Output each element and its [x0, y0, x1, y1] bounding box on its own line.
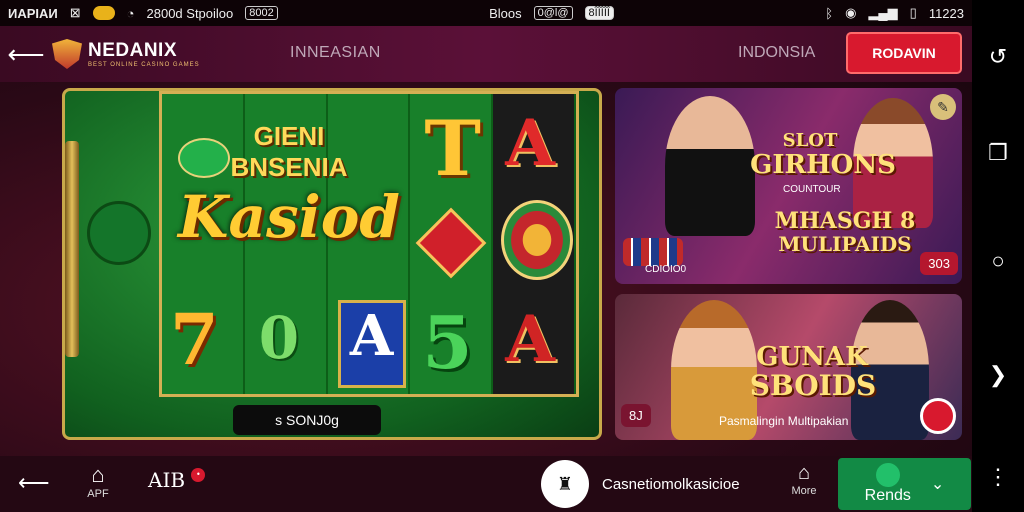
- status-middle-text: Bloos: [489, 5, 522, 21]
- reel-5: A A: [493, 94, 576, 394]
- status-chip: 8002: [245, 6, 278, 20]
- symbol-seven-icon: 7: [170, 298, 219, 381]
- bottom-aib-button[interactable]: AIB •: [148, 468, 206, 492]
- coin-icon: [92, 6, 115, 20]
- card1-title-slot: SLOT: [782, 130, 838, 151]
- back-arrow-icon[interactable]: ⟵: [0, 39, 52, 70]
- game-logo-text: Kasiod: [178, 183, 400, 251]
- brand-name: NEDANIX: [88, 40, 178, 61]
- status-left-text: ИAPIAИ: [8, 5, 58, 21]
- bet-display-button[interactable]: s SONJ0g: [233, 405, 381, 435]
- alarm-icon: ◉: [845, 5, 857, 20]
- promo-card-sports[interactable]: GUNAK SBOIDS Pasmalingin Multipakian 8J: [615, 294, 962, 440]
- card2-title-2: SBOIDS: [749, 369, 877, 402]
- home-circle-icon[interactable]: ○: [991, 248, 1004, 274]
- card2-badge: 8J: [621, 404, 651, 427]
- rewards-icon: [875, 463, 900, 487]
- game-title-mid: BNSENIA: [230, 152, 348, 182]
- card1-title-multi: MULIPAIDS: [778, 232, 912, 256]
- status-pill: 8ÎÎÎÎÎ: [584, 6, 614, 20]
- dealer-man-image: [665, 96, 755, 236]
- symbol-zero-icon: 0: [258, 304, 300, 372]
- card1-chips-label: CDIOIO0: [645, 264, 687, 275]
- notification-dot-icon: •: [191, 468, 206, 482]
- more-label: More: [791, 485, 817, 497]
- game-title-banner: GIENI BNSENIA Kasiod: [169, 121, 409, 251]
- symbol-a-red-icon: A: [505, 106, 555, 181]
- red-gem-icon: [416, 207, 487, 279]
- promo-card-slots[interactable]: SLOT GIRHONS COUNTOUR MHASGH 8 MULIPAIDS…: [615, 88, 962, 284]
- brand-tagline: BEST ONLINE CASINO GAMES: [88, 62, 200, 68]
- casino-profile-icon[interactable]: ♜: [541, 460, 589, 508]
- wifi-icon: ◔: [126, 5, 135, 21]
- aib-label: AIB: [148, 468, 186, 492]
- reel-4: T 5: [410, 94, 494, 394]
- shield-icon: [52, 39, 82, 69]
- home-icon: ⌂: [91, 462, 105, 487]
- rewards-button[interactable]: Rends ⌄: [838, 458, 971, 510]
- card1-title-bonus: MHASGH 8: [774, 208, 916, 234]
- game-title-top: GIENI: [253, 121, 325, 151]
- rewards-label: Rends: [864, 487, 911, 504]
- info-icon[interactable]: ✎: [930, 94, 956, 120]
- network-text: 2800d Stpoiloo: [146, 5, 234, 21]
- signal-icon: ▂▄▆: [868, 5, 898, 20]
- card1-subtitle: COUNTOUR: [783, 184, 841, 195]
- overflow-menu-icon[interactable]: ⋮: [987, 464, 1009, 490]
- rotate-icon[interactable]: ↺: [989, 44, 1007, 70]
- system-nav-bar: ↺ ❐ ○ ❯ ⋮: [972, 0, 1024, 512]
- status-time: 11223: [928, 5, 964, 21]
- battery-icon: ▯: [909, 5, 917, 20]
- status-middle-chip: 0@l@: [533, 6, 573, 20]
- bottom-nav-bar: ⟵ ⌂ APF AIB • ♜ Casnetiomolkasicioe ⌂ Mo…: [0, 456, 972, 512]
- home-label: APF: [87, 488, 109, 500]
- bottom-more-button[interactable]: ⌂ More: [784, 462, 824, 497]
- bottom-back-arrow-icon[interactable]: ⟵: [18, 470, 50, 496]
- card2-title-1: GUNAK: [756, 342, 868, 372]
- roulette-wheel-icon: [501, 200, 574, 280]
- chevron-down-icon[interactable]: ⌄: [931, 474, 944, 494]
- lever-bar: [65, 141, 79, 357]
- symbol-t-icon: T: [424, 104, 481, 193]
- nav-back-icon[interactable]: ❯: [989, 362, 1007, 388]
- bluetooth-icon: ᛒ: [825, 5, 834, 21]
- brand-logo[interactable]: NEDANIX BEST ONLINE CASINO GAMES: [52, 39, 200, 69]
- casino-center-label[interactable]: Casnetiomolkasicioe: [602, 476, 740, 493]
- poker-chips-icon: [623, 238, 683, 266]
- symbol-a-blue-icon: A: [337, 300, 406, 388]
- card1-badge: 303: [920, 252, 958, 275]
- symbol-a-red2-icon: A: [505, 302, 555, 377]
- slot-game-panel[interactable]: 7 0 A T 5 A A GIENI BNSENIA Kasiod s SON…: [62, 88, 602, 440]
- top-header: ⟵ NEDANIX BEST ONLINE CASINO GAMES INNEA…: [0, 26, 972, 82]
- status-bar: ИAPIAИ ⊠ ◔ 2800d Stpoiloo 8002 Bloos 0@l…: [0, 0, 972, 26]
- recents-icon[interactable]: ❐: [988, 140, 1008, 166]
- more-icon: ⌂: [797, 462, 811, 484]
- record-button-icon[interactable]: [920, 398, 956, 434]
- cta-button[interactable]: RODAVIN: [846, 32, 962, 74]
- nav-link-region[interactable]: INDONSIA: [738, 44, 815, 62]
- symbol-five-icon: 5: [422, 300, 473, 385]
- nav-link-center[interactable]: INNEASIAN: [290, 44, 381, 62]
- app-root: ИAPIAИ ⊠ ◔ 2800d Stpoiloo 8002 Bloos 0@l…: [0, 0, 1024, 512]
- gallery-icon: ⊠: [69, 5, 81, 20]
- bottom-home-button[interactable]: ⌂ APF: [78, 462, 118, 500]
- card1-title-main: GIRHONS: [750, 150, 896, 180]
- chip-token-icon[interactable]: [87, 201, 151, 265]
- card2-subtitle: Pasmalingin Multipakian: [719, 414, 849, 428]
